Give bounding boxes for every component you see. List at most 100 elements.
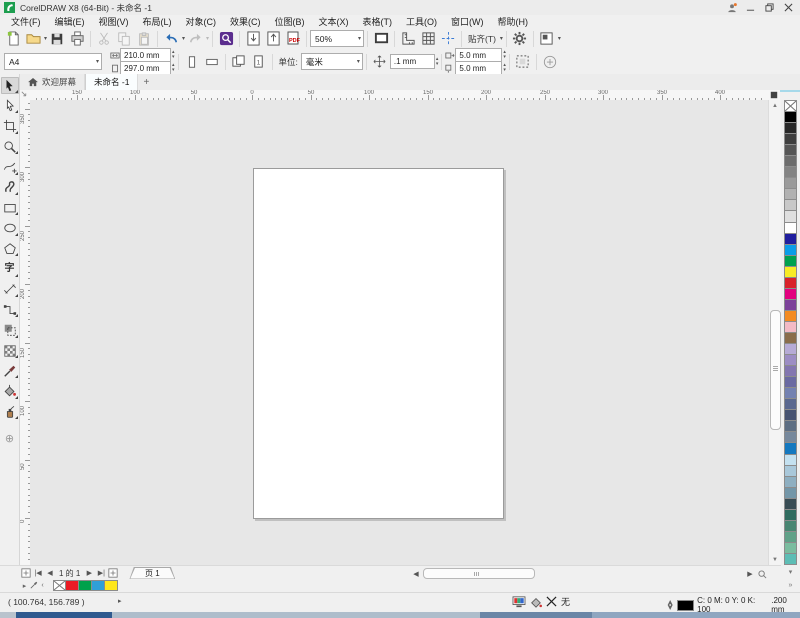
- palette-swatch[interactable]: [784, 189, 797, 200]
- drop-shadow-tool[interactable]: [1, 322, 19, 339]
- docpalette-no-color[interactable]: [53, 580, 66, 591]
- palette-swatch[interactable]: [784, 377, 797, 388]
- palette-swatch[interactable]: [784, 145, 797, 156]
- docpalette-eyedropper-icon[interactable]: [29, 581, 38, 591]
- horizontal-scroll-thumb[interactable]: [423, 568, 535, 579]
- ruler-options-icon[interactable]: [768, 90, 780, 100]
- menu-text[interactable]: 文本(X): [312, 15, 356, 28]
- menu-object[interactable]: 对象(C): [179, 15, 224, 28]
- palette-swatch[interactable]: [784, 333, 797, 344]
- palette-swatch[interactable]: [784, 499, 797, 510]
- publish-pdf-button[interactable]: PDF: [283, 29, 303, 48]
- palette-swatch[interactable]: [784, 421, 797, 432]
- customize-toolbox-button[interactable]: ⊕: [1, 430, 19, 447]
- docpalette-swatch[interactable]: [105, 580, 118, 591]
- polygon-tool[interactable]: [1, 240, 19, 257]
- palette-swatch[interactable]: [784, 455, 797, 466]
- welcome-plus-icon[interactable]: [540, 52, 560, 71]
- page-1-tab[interactable]: 页 1: [129, 567, 175, 580]
- palette-swatch[interactable]: [784, 256, 797, 267]
- export-button[interactable]: [263, 29, 283, 48]
- palette-swatch[interactable]: [784, 123, 797, 134]
- show-guidelines-button[interactable]: [438, 29, 458, 48]
- drawing-canvas[interactable]: [30, 100, 768, 565]
- palette-swatch[interactable]: [784, 510, 797, 521]
- palette-swatch[interactable]: [784, 543, 797, 554]
- palette-swatch[interactable]: [784, 477, 797, 488]
- application-launcher-button[interactable]: [537, 29, 557, 48]
- palette-swatch[interactable]: [784, 399, 797, 410]
- menu-layout[interactable]: 布局(L): [136, 15, 179, 28]
- menu-window[interactable]: 窗口(W): [444, 15, 491, 28]
- zoom-level-combo[interactable]: 50%▾: [310, 30, 364, 47]
- palette-expand-icon[interactable]: »: [789, 579, 793, 592]
- palette-swatch[interactable]: [784, 443, 797, 454]
- palette-swatch[interactable]: [784, 432, 797, 443]
- docpalette-swatch[interactable]: [66, 580, 79, 591]
- duplicate-y-spinner[interactable]: ▴▾: [503, 63, 506, 73]
- document-page[interactable]: [253, 168, 504, 519]
- menu-file[interactable]: 文件(F): [4, 15, 48, 28]
- pick-tool[interactable]: [1, 77, 19, 94]
- first-page-button[interactable]: |◀: [32, 567, 44, 579]
- palette-swatch[interactable]: [784, 532, 797, 543]
- docpalette-collapse-icon[interactable]: ‹: [38, 582, 47, 589]
- color-proof-icon[interactable]: [512, 596, 526, 608]
- vertical-scrollbar[interactable]: ▲ ▼: [768, 100, 781, 565]
- statusbar-flyout-arrow[interactable]: ▸: [118, 597, 122, 605]
- palette-swatch[interactable]: [784, 211, 797, 222]
- docpalette-swatch[interactable]: [79, 580, 92, 591]
- menu-view[interactable]: 视图(V): [92, 15, 136, 28]
- palette-swatch[interactable]: [784, 388, 797, 399]
- next-page-button[interactable]: ▶: [83, 567, 95, 579]
- menu-tools[interactable]: 工具(O): [399, 15, 444, 28]
- horizontal-scrollbar[interactable]: ◀ ▶: [410, 567, 768, 579]
- transparency-tool[interactable]: [1, 342, 19, 359]
- palette-swatch[interactable]: [784, 521, 797, 532]
- add-page-before-button[interactable]: [20, 567, 32, 579]
- show-rulers-button[interactable]: [398, 29, 418, 48]
- connector-tool[interactable]: [1, 301, 19, 318]
- palette-swatch[interactable]: [784, 410, 797, 421]
- menu-bitmaps[interactable]: 位图(B): [268, 15, 312, 28]
- fill-color-icon[interactable]: [530, 596, 542, 608]
- palette-swatch[interactable]: [784, 289, 797, 300]
- palette-swatch[interactable]: [784, 245, 797, 256]
- palette-swatch[interactable]: [784, 156, 797, 167]
- nudge-spinner[interactable]: ▴▾: [436, 57, 439, 67]
- page-height-spinner[interactable]: ▴▾: [172, 63, 175, 73]
- palette-swatch[interactable]: [784, 311, 797, 322]
- menu-help[interactable]: 帮助(H): [491, 15, 536, 28]
- search-content-button[interactable]: [216, 29, 236, 48]
- all-pages-button[interactable]: [229, 52, 249, 71]
- scroll-down-arrow[interactable]: ▼: [769, 554, 781, 565]
- interactive-fill-tool[interactable]: [1, 383, 19, 400]
- freehand-tool[interactable]: [1, 159, 19, 176]
- outline-pen-icon[interactable]: [666, 599, 674, 611]
- duplicate-x-spinner[interactable]: ▴▾: [503, 50, 506, 60]
- shape-tool[interactable]: [1, 97, 19, 114]
- menu-effects[interactable]: 效果(C): [223, 15, 268, 28]
- rectangle-tool[interactable]: [1, 199, 19, 216]
- minimize-button[interactable]: [741, 1, 760, 15]
- add-page-after-button[interactable]: [107, 567, 119, 579]
- page-width-spinner[interactable]: ▴▾: [172, 50, 175, 60]
- current-page-button[interactable]: 1: [249, 52, 269, 71]
- previous-page-button[interactable]: ◀: [44, 567, 56, 579]
- palette-swatch[interactable]: [784, 366, 797, 377]
- palette-swatch[interactable]: [784, 355, 797, 366]
- landscape-button[interactable]: [202, 52, 222, 71]
- undo-button[interactable]: [161, 29, 181, 48]
- snap-to-dropdown-arrow[interactable]: ▾: [500, 35, 503, 42]
- color-eyedropper-tool[interactable]: [1, 362, 19, 379]
- palette-swatch[interactable]: [784, 322, 797, 333]
- docpalette-swatch[interactable]: [92, 580, 105, 591]
- parallel-dimension-tool[interactable]: [1, 281, 19, 298]
- palette-swatch[interactable]: [784, 267, 797, 278]
- treat-as-filled-button[interactable]: [513, 52, 533, 71]
- palette-swatch[interactable]: [784, 178, 797, 189]
- palette-scroll-down-icon[interactable]: ▾: [789, 566, 793, 579]
- scroll-up-arrow[interactable]: ▲: [769, 100, 781, 111]
- palette-swatch[interactable]: [784, 300, 797, 311]
- palette-swatch[interactable]: [784, 344, 797, 355]
